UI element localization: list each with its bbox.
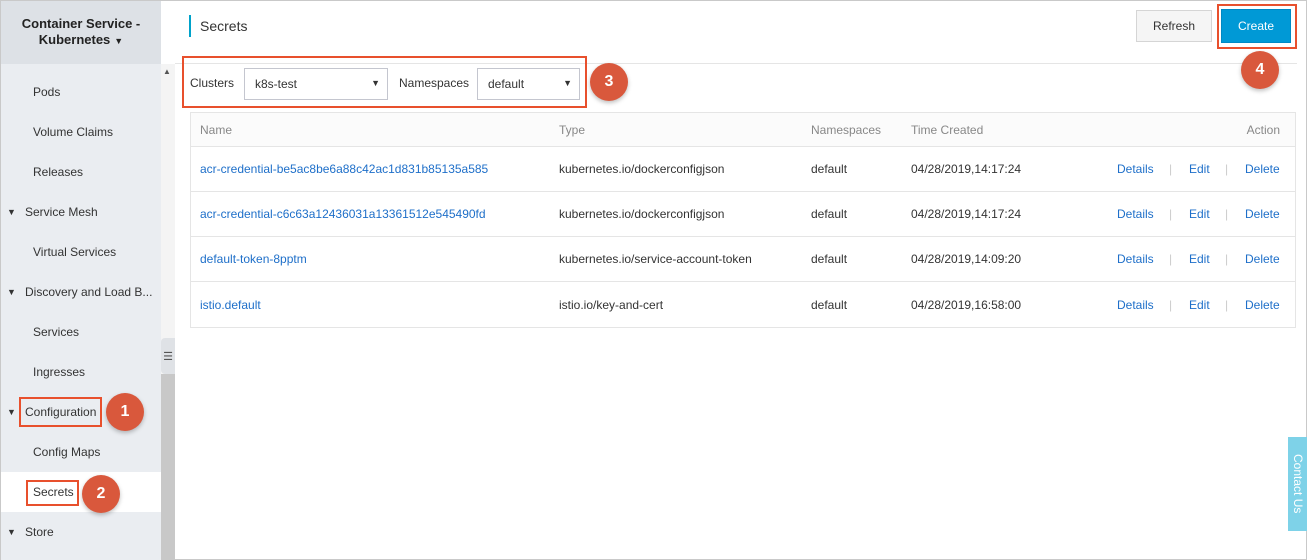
sidebar-group-label: Store [25, 525, 54, 539]
action-separator: | [1225, 252, 1229, 266]
action-separator: | [1169, 162, 1173, 176]
step-badge-1: 1 [106, 393, 144, 431]
details-link[interactable]: Details [1117, 147, 1154, 191]
secret-name-link[interactable]: istio.default [200, 282, 261, 327]
triangle-down-icon: ▼ [7, 407, 16, 417]
product-title-line1: Container Service - [21, 16, 141, 31]
sidebar-item-pods[interactable]: Pods [1, 72, 161, 112]
action-separator: | [1225, 162, 1229, 176]
sidebar-item-ingresses[interactable]: Ingresses [1, 352, 161, 392]
highlight-configuration [19, 397, 102, 427]
sidebar-scrollbar-thumb[interactable] [161, 374, 175, 560]
sidebar-item-releases[interactable]: Releases [1, 152, 161, 192]
column-header-name: Name [200, 122, 233, 137]
sidebar-item-label: Ingresses [33, 365, 86, 379]
sidebar-item-volume-claims[interactable]: Volume Claims [1, 112, 161, 152]
secret-namespace: default [811, 207, 848, 221]
column-header-action: Action [1246, 122, 1280, 137]
table-row: default-token-8pptm kubernetes.io/servic… [191, 237, 1295, 282]
secret-type: kubernetes.io/service-account-token [559, 252, 752, 266]
triangle-down-icon: ▼ [7, 287, 16, 297]
sidebar-group-label: Discovery and Load B... [25, 285, 153, 299]
edit-link[interactable]: Edit [1189, 192, 1210, 236]
column-header-type: Type [559, 122, 586, 137]
action-separator: | [1225, 297, 1229, 312]
secret-name-link[interactable]: acr-credential-be5ac8be6a88c42ac1d831b85… [200, 147, 488, 191]
secret-namespace: default [811, 162, 848, 176]
sidebar-item-label: Config Maps [33, 445, 101, 459]
caret-down-icon: ▼ [114, 36, 124, 46]
action-separator: | [1225, 207, 1229, 221]
secret-name-link[interactable]: default-token-8pptm [200, 237, 307, 281]
sidebar-group-label: Service Mesh [25, 205, 98, 219]
highlight-filters [182, 56, 587, 108]
collapse-sidebar-icon[interactable]: ☰ [161, 338, 175, 374]
sidebar-item-label: Virtual Services [33, 245, 117, 259]
details-link[interactable]: Details [1117, 192, 1154, 236]
action-separator: | [1169, 297, 1173, 312]
details-link[interactable]: Details [1117, 237, 1154, 281]
secret-time-created: 04/28/2019,14:09:20 [911, 252, 1022, 266]
secret-namespace: default [811, 252, 848, 266]
step-badge-4: 4 [1241, 51, 1279, 89]
sidebar-item-label: Volume Claims [33, 125, 114, 139]
sidebar-item-virtual-services[interactable]: Virtual Services [1, 232, 161, 272]
sidebar-item-services[interactable]: Services [1, 312, 161, 352]
sidebar-group-service-mesh[interactable]: ▼ Service Mesh [1, 192, 161, 232]
sidebar: Container Service - Kubernetes ▼ Pods Vol… [1, 1, 161, 560]
secret-namespace: default [811, 297, 848, 312]
delete-link[interactable]: Delete [1245, 147, 1280, 191]
scroll-up-icon[interactable]: ▲ [163, 67, 171, 76]
refresh-button[interactable]: Refresh [1136, 10, 1212, 42]
contact-us-tab[interactable]: Contact Us [1288, 437, 1307, 531]
column-header-time-created: Time Created [911, 122, 984, 137]
edit-link[interactable]: Edit [1189, 282, 1210, 327]
secret-type: kubernetes.io/dockerconfigjson [559, 207, 725, 221]
table-row: acr-credential-be5ac8be6a88c42ac1d831b85… [191, 147, 1295, 192]
highlight-create [1217, 4, 1297, 49]
details-link[interactable]: Details [1117, 282, 1154, 327]
triangle-down-icon: ▼ [7, 207, 16, 217]
step-badge-2: 2 [82, 475, 120, 513]
sidebar-item-label: Releases [33, 165, 84, 179]
secret-name-link[interactable]: acr-credential-c6c63a12436031a13361512e5… [200, 192, 486, 236]
highlight-secrets [26, 480, 79, 506]
step-badge-3: 3 [590, 63, 628, 101]
triangle-down-icon: ▼ [7, 527, 16, 537]
secret-type: istio.io/key-and-cert [559, 297, 664, 312]
sidebar-item-config-maps[interactable]: Config Maps [1, 432, 161, 472]
contact-us-label: Contact Us [1291, 454, 1305, 514]
page-title: Secrets [189, 15, 247, 37]
sidebar-group-discovery[interactable]: ▼ Discovery and Load B... [1, 272, 161, 312]
edit-link[interactable]: Edit [1189, 147, 1210, 191]
table-row: istio.default istio.io/key-and-cert defa… [191, 282, 1295, 327]
secret-time-created: 04/28/2019,16:58:00 [911, 297, 1022, 312]
delete-link[interactable]: Delete [1245, 192, 1280, 236]
edit-link[interactable]: Edit [1189, 237, 1210, 281]
secrets-table: Name Type Namespaces Time Created Action… [190, 112, 1296, 328]
delete-link[interactable]: Delete [1245, 237, 1280, 281]
delete-link[interactable]: Delete [1245, 282, 1280, 327]
column-header-namespaces: Namespaces [811, 122, 882, 137]
secret-type: kubernetes.io/dockerconfigjson [559, 162, 725, 176]
product-switcher[interactable]: Container Service - Kubernetes ▼ [1, 1, 161, 64]
sidebar-item-label: Pods [33, 85, 61, 99]
product-title-line2: Kubernetes [38, 32, 111, 47]
secret-time-created: 04/28/2019,14:17:24 [911, 162, 1022, 176]
action-separator: | [1169, 207, 1173, 221]
sidebar-item-label: Services [33, 325, 80, 339]
sidebar-group-store[interactable]: ▼ Store [1, 512, 161, 552]
table-header-row: Name Type Namespaces Time Created Action [191, 113, 1295, 147]
secret-time-created: 04/28/2019,14:17:24 [911, 207, 1022, 221]
action-separator: | [1169, 252, 1173, 266]
sidebar-item-secrets[interactable]: Secrets [1, 472, 161, 512]
table-row: acr-credential-c6c63a12436031a13361512e5… [191, 192, 1295, 237]
